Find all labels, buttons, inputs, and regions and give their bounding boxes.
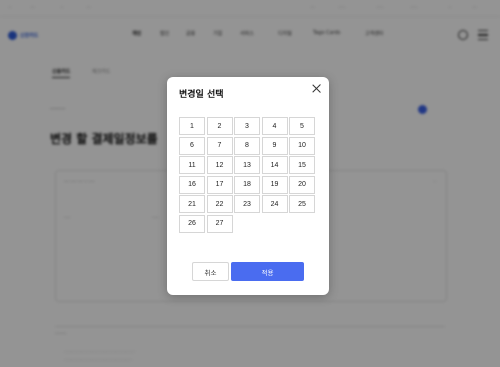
- day-button[interactable]: 25: [289, 195, 315, 213]
- day-button[interactable]: 17: [206, 175, 233, 194]
- apply-button[interactable]: 적용: [231, 262, 304, 281]
- day-button[interactable]: 3: [234, 117, 260, 135]
- day-button[interactable]: 18: [234, 175, 260, 194]
- day-button[interactable]: 23: [234, 195, 260, 213]
- modal-title: 변경일 선택: [179, 90, 224, 100]
- day-button[interactable]: 13: [234, 156, 260, 174]
- day-button[interactable]: 5: [289, 117, 315, 135]
- day-grid: 1 2 3 4 5 6 7 8 9 10 11 12 13 14 15 16 1…: [179, 117, 315, 233]
- close-icon[interactable]: [311, 83, 323, 95]
- day-button[interactable]: 15: [289, 156, 315, 174]
- day-button[interactable]: 24: [261, 195, 288, 213]
- day-button[interactable]: 7: [206, 136, 233, 155]
- day-button[interactable]: 26: [179, 214, 205, 233]
- day-button[interactable]: 12: [206, 156, 233, 174]
- day-button[interactable]: 2: [206, 117, 233, 135]
- cancel-button[interactable]: 취소: [192, 262, 229, 281]
- day-button[interactable]: 14: [261, 156, 288, 174]
- day-button[interactable]: 16: [179, 175, 205, 194]
- day-button[interactable]: 6: [179, 136, 205, 155]
- day-button[interactable]: 27: [206, 214, 233, 233]
- date-select-modal: 변경일 선택 1 2 3 4 5 6 7 8 9 10 11 12 13 14 …: [167, 77, 329, 295]
- day-button[interactable]: 4: [261, 117, 288, 135]
- day-button[interactable]: 1: [179, 117, 205, 135]
- day-button[interactable]: 8: [234, 136, 260, 155]
- day-button[interactable]: 21: [179, 195, 205, 213]
- day-button[interactable]: 22: [206, 195, 233, 213]
- day-button[interactable]: 9: [261, 136, 288, 155]
- day-button[interactable]: 11: [179, 156, 205, 174]
- day-button[interactable]: 19: [261, 175, 288, 194]
- day-button[interactable]: 20: [289, 175, 315, 194]
- day-button[interactable]: 10: [289, 136, 315, 155]
